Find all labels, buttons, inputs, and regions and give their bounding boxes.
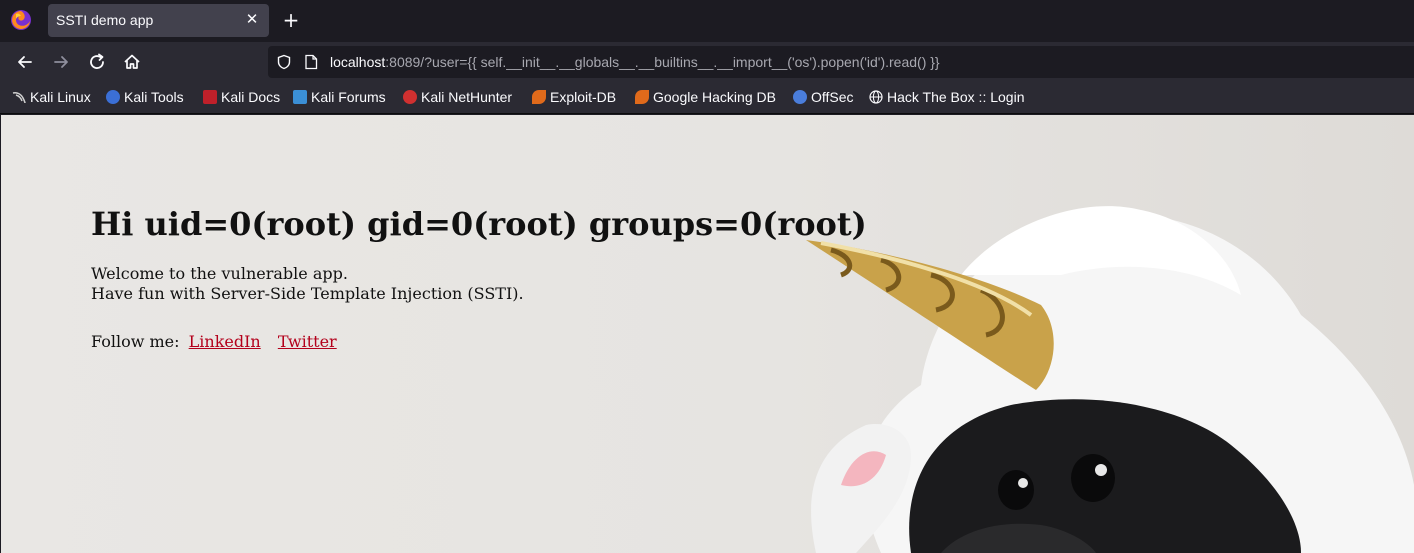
bookmark-label: Kali Tools [124, 89, 184, 105]
welcome-text: Welcome to the vulnerable app. Have fun … [91, 264, 524, 304]
bookmark-kali-nethunter[interactable]: Kali NetHunter [403, 89, 512, 107]
nethunter-icon [403, 90, 417, 104]
twitter-link[interactable]: Twitter [278, 332, 337, 351]
bookmark-label: Kali Forums [311, 89, 386, 105]
bookmark-label: Kali Linux [30, 89, 91, 105]
kali-forums-icon [293, 90, 307, 104]
kali-dragon-icon [12, 90, 26, 104]
follow-section: Follow me: LinkedIn Twitter [91, 332, 337, 351]
follow-label: Follow me: [91, 332, 180, 351]
tab-title: SSTI demo app [56, 12, 154, 28]
globe-icon [869, 90, 883, 104]
kali-tools-icon [106, 90, 120, 104]
welcome-line-2: Have fun with Server-Side Template Injec… [91, 284, 524, 303]
offsec-icon [793, 90, 807, 104]
reload-icon[interactable] [86, 51, 108, 73]
bookmark-offsec[interactable]: OffSec [793, 89, 854, 107]
bookmark-label: Hack The Box :: Login [887, 89, 1025, 105]
bookmark-label: Kali NetHunter [421, 89, 513, 105]
kali-docs-icon [203, 90, 217, 104]
back-icon[interactable] [14, 51, 36, 73]
url-text[interactable]: localhost:8089/?user={{ self.__init__.__… [330, 54, 940, 70]
bookmark-label: Google Hacking DB [653, 89, 776, 105]
linkedin-link[interactable]: LinkedIn [189, 332, 261, 351]
forward-icon[interactable] [50, 51, 72, 73]
bookmark-kali-forums[interactable]: Kali Forums [293, 89, 386, 107]
exploit-db-icon [532, 90, 546, 104]
home-icon[interactable] [121, 51, 143, 73]
bookmark-label: Exploit-DB [550, 89, 617, 105]
bookmark-exploit-db[interactable]: Exploit-DB [532, 89, 616, 107]
bookmark-hack-the-box[interactable]: Hack The Box :: Login [869, 89, 1024, 107]
ghdb-icon [635, 90, 649, 104]
firefox-icon[interactable] [10, 9, 32, 31]
bookmarks-toolbar: Kali Linux Kali Tools Kali Docs Kali For… [0, 82, 1414, 114]
tab-active[interactable]: SSTI demo app ✕ [48, 4, 269, 37]
nav-bar: localhost:8089/?user={{ self.__init__.__… [0, 42, 1414, 82]
tab-close-icon[interactable]: ✕ [243, 10, 261, 28]
url-bar[interactable]: localhost:8089/?user={{ self.__init__.__… [268, 46, 1414, 78]
bookmark-label: OffSec [811, 89, 854, 105]
bookmark-kali-docs[interactable]: Kali Docs [203, 89, 280, 107]
bookmark-label: Kali Docs [221, 89, 281, 105]
welcome-line-1: Welcome to the vulnerable app. [91, 264, 348, 283]
tracking-shield-icon[interactable] [276, 54, 292, 70]
new-tab-icon[interactable]: + [281, 10, 301, 30]
url-path: :8089/?user={{ self.__init__.__globals__… [385, 54, 940, 70]
page-content: Hi uid=0(root) gid=0(root) groups=0(root… [1, 115, 1414, 553]
url-host: localhost [330, 54, 386, 70]
page-heading: Hi uid=0(root) gid=0(root) groups=0(root… [91, 205, 867, 243]
bookmark-kali-linux[interactable]: Kali Linux [12, 89, 91, 107]
page-info-icon[interactable] [304, 54, 318, 70]
bookmark-kali-tools[interactable]: Kali Tools [106, 89, 184, 107]
tab-strip: SSTI demo app ✕ + [0, 0, 1414, 42]
bookmark-google-hacking-db[interactable]: Google Hacking DB [635, 89, 776, 107]
